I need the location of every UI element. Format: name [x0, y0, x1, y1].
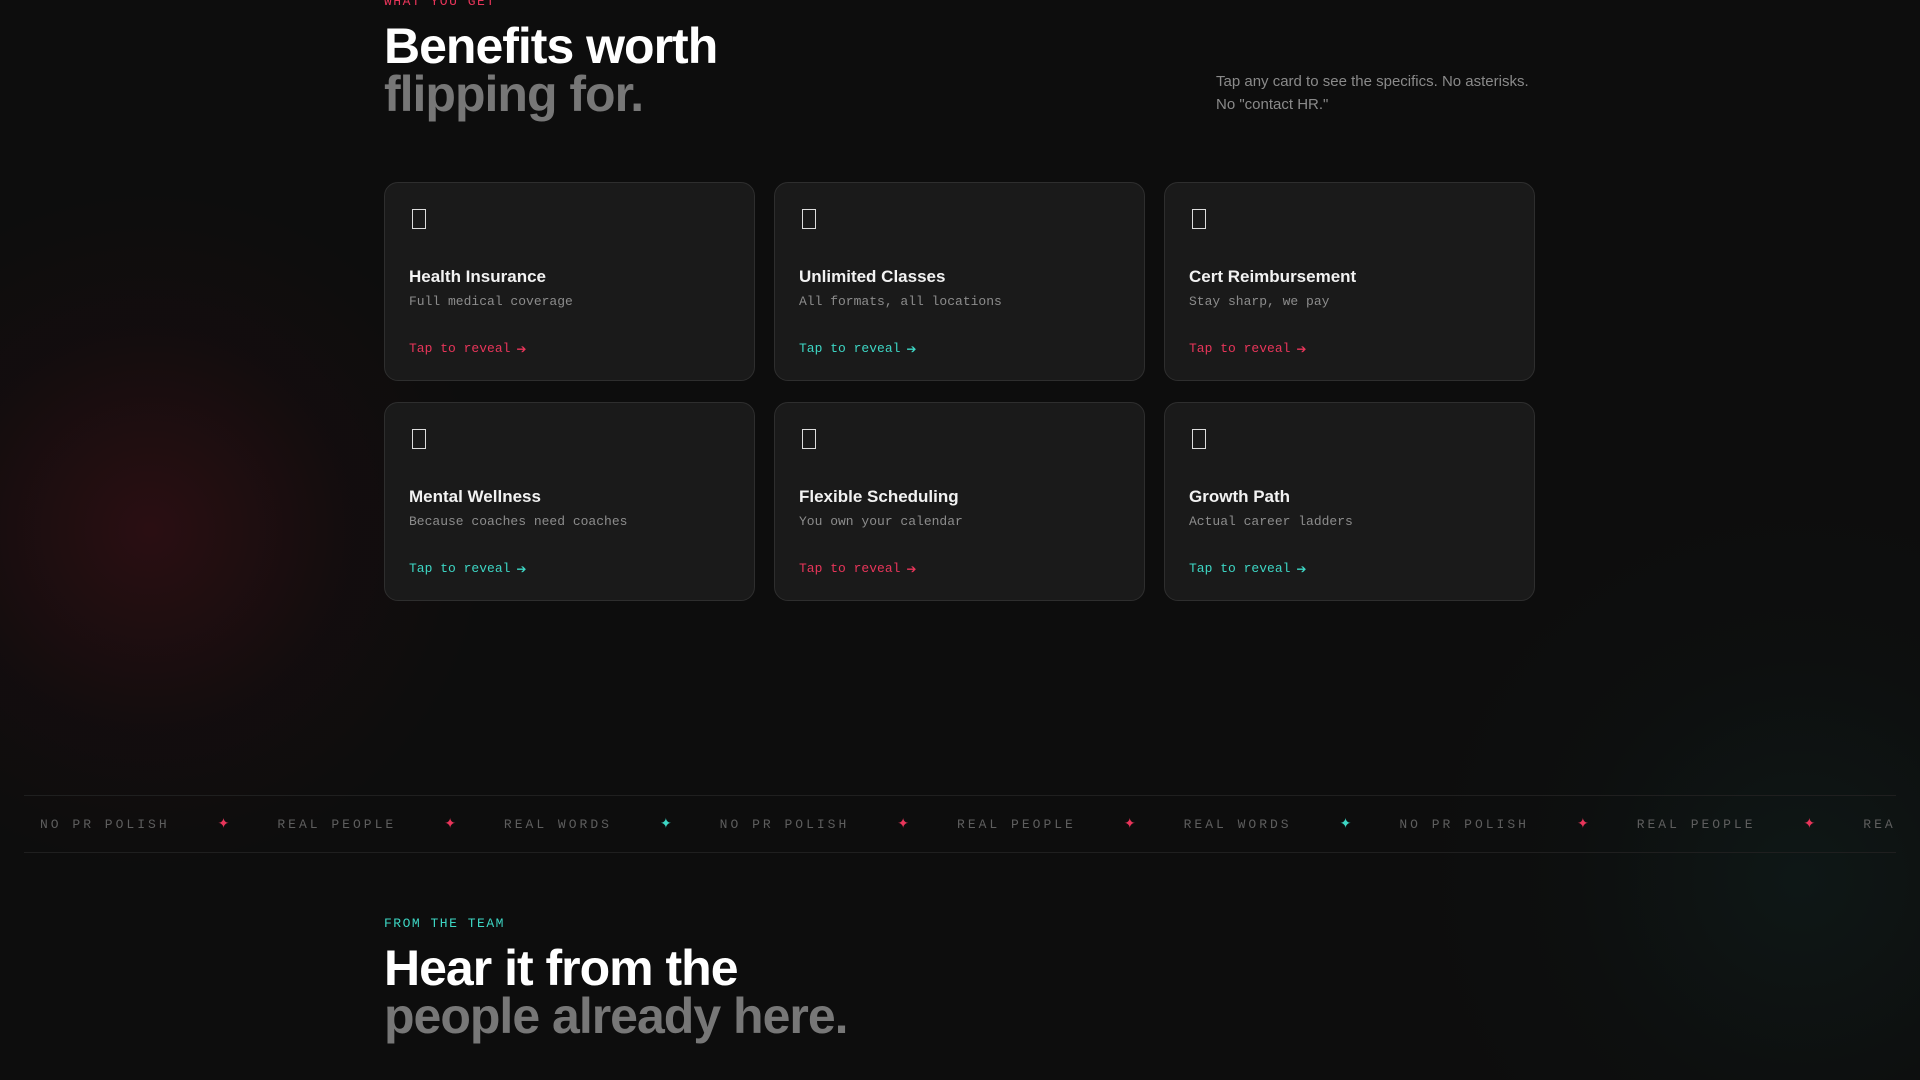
sparkle-icon: ✦ — [1803, 816, 1816, 832]
benefit-card-title: Unlimited Classes — [799, 267, 946, 286]
arrow-right-icon: ➔ — [1296, 341, 1307, 356]
square-icon — [802, 209, 816, 229]
sparkle-icon: ✦ — [444, 816, 456, 832]
arrow-right-icon: ➔ — [1296, 561, 1307, 576]
marquee-item: NO PR POLISH — [719, 816, 850, 832]
benefits-eyebrow: WHAT YOU GET — [384, 0, 496, 9]
tap-to-reveal-link[interactable]: Tap to reveal ➔ — [1189, 561, 1306, 576]
benefit-card-mental-wellness[interactable]: Mental Wellness Because coaches need coa… — [384, 402, 755, 601]
marquee-item: REAL WORDS — [503, 816, 612, 832]
benefits-headline: Benefits worth flipping for. — [384, 18, 718, 122]
square-icon — [802, 429, 816, 449]
arrow-right-icon: ➔ — [906, 561, 917, 576]
marquee-item: REAL PEOPLE — [957, 816, 1076, 832]
benefits-page: WHAT YOU GET Benefits worth flipping for… — [0, 0, 1920, 1080]
tap-to-reveal-label: Tap to reveal — [799, 341, 901, 356]
square-icon — [1192, 429, 1206, 449]
tap-to-reveal-link[interactable]: Tap to reveal ➔ — [409, 561, 526, 576]
tap-to-reveal-link[interactable]: Tap to reveal ➔ — [409, 341, 526, 356]
sparkle-icon: ✦ — [1576, 816, 1589, 832]
team-headline: Hear it from the people already here. — [384, 940, 849, 1044]
tap-to-reveal-label: Tap to reveal — [409, 561, 511, 576]
benefit-card-subtitle: Actual career ladders — [1189, 514, 1353, 529]
square-icon — [412, 429, 426, 449]
sparkle-icon: ✦ — [897, 816, 910, 832]
benefit-card-cert-reimbursement[interactable]: Cert Reimbursement Stay sharp, we pay Ta… — [1164, 182, 1535, 381]
sparkle-icon: ✦ — [1339, 816, 1352, 832]
tap-to-reveal-label: Tap to reveal — [1189, 341, 1291, 356]
marquee-item: NO PR POLISH — [40, 816, 170, 832]
benefit-card-subtitle: Stay sharp, we pay — [1189, 294, 1330, 309]
benefits-side-note: Tap any card to see the specifics. No as… — [1216, 73, 1529, 113]
tap-to-reveal-link[interactable]: Tap to reveal ➔ — [799, 561, 916, 576]
marquee-item: REAL PEOPLE — [277, 816, 397, 832]
benefit-card-flexible-scheduling[interactable]: Flexible Scheduling You own your calenda… — [774, 402, 1145, 601]
marquee-item: REAL WORDS — [1183, 816, 1292, 832]
benefit-card-health-insurance[interactable]: Health Insurance Full medical coverage T… — [384, 182, 755, 381]
arrow-right-icon: ➔ — [516, 561, 527, 576]
tap-to-reveal-label: Tap to reveal — [409, 341, 511, 356]
sparkle-icon: ✦ — [659, 816, 672, 832]
benefit-card-title: Cert Reimbursement — [1189, 267, 1357, 286]
marquee-ticker: NO PR POLISH ✦ REAL PEOPLE ✦ REAL WORDS … — [24, 795, 1896, 853]
benefit-card-subtitle: Full medical coverage — [409, 294, 573, 309]
marquee-track: NO PR POLISH ✦ REAL PEOPLE ✦ REAL WORDS … — [40, 796, 1896, 852]
benefit-card-title: Flexible Scheduling — [799, 487, 959, 506]
benefit-card-unlimited-classes[interactable]: Unlimited Classes All formats, all locat… — [774, 182, 1145, 381]
benefit-card-subtitle: All formats, all locations — [799, 294, 1002, 309]
square-icon — [412, 209, 426, 229]
benefit-card-subtitle: You own your calendar — [799, 514, 963, 529]
tap-to-reveal-link[interactable]: Tap to reveal ➔ — [799, 341, 916, 356]
benefit-card-subtitle: Because coaches need coaches — [409, 514, 628, 529]
benefit-card-title: Health Insurance — [409, 267, 546, 286]
benefits-headline-line1: Benefits worth — [384, 18, 718, 74]
marquee-item: NO PR POLISH — [1399, 816, 1529, 832]
team-eyebrow: FROM THE TEAM — [384, 916, 505, 931]
sparkle-icon: ✦ — [217, 816, 230, 832]
tap-to-reveal-link[interactable]: Tap to reveal ➔ — [1189, 341, 1306, 356]
benefit-card-title: Mental Wellness — [409, 487, 541, 506]
tap-to-reveal-label: Tap to reveal — [1189, 561, 1291, 576]
arrow-right-icon: ➔ — [906, 341, 917, 356]
benefit-card-growth-path[interactable]: Growth Path Actual career ladders Tap to… — [1164, 402, 1535, 601]
benefits-headline-line2: flipping for. — [384, 66, 644, 122]
sparkle-icon: ✦ — [1123, 816, 1136, 832]
marquee-item: REAL WORDS — [1863, 816, 1896, 832]
tap-to-reveal-label: Tap to reveal — [799, 561, 901, 576]
arrow-right-icon: ➔ — [516, 341, 527, 356]
team-headline-line2: people already here. — [384, 988, 849, 1044]
marquee-item: REAL PEOPLE — [1636, 816, 1756, 832]
benefit-card-title: Growth Path — [1189, 487, 1291, 506]
team-headline-line1: Hear it from the — [384, 940, 739, 996]
benefits-grid: Health Insurance Full medical coverage T… — [384, 182, 1536, 601]
square-icon — [1192, 209, 1206, 229]
